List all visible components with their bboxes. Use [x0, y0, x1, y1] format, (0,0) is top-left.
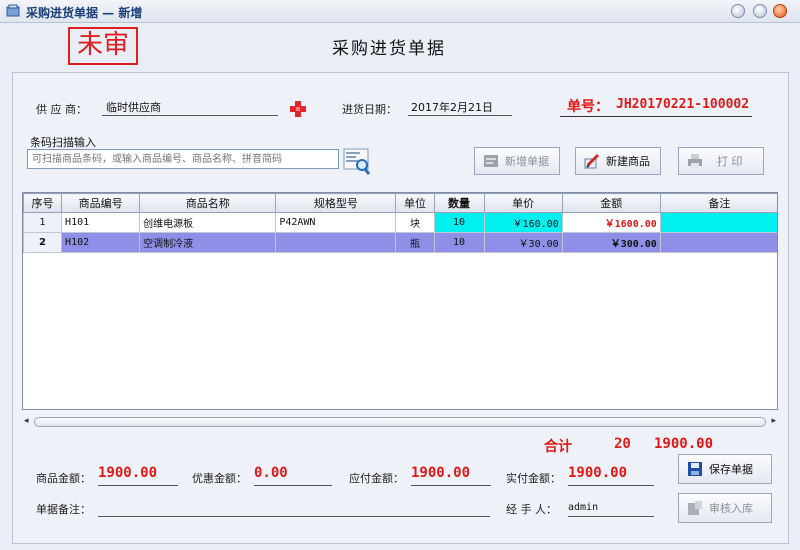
- cell-qty[interactable]: 10: [433, 212, 485, 233]
- supplier-field[interactable]: 临时供应商: [102, 99, 278, 116]
- goods-amount-label: 商品金额：: [36, 472, 91, 485]
- cell-name[interactable]: 空调制冷液: [139, 232, 277, 253]
- print-button[interactable]: 打 印: [678, 147, 764, 175]
- audit-status-stamp: 未审: [68, 27, 138, 65]
- handler-label: 经 手 人：: [506, 503, 557, 516]
- paid-field[interactable]: 1900.00: [568, 465, 654, 486]
- window-titlebar: 采购进货单据 — 新增: [0, 0, 800, 23]
- new-bill-button[interactable]: 新增单据: [474, 147, 560, 175]
- date-field[interactable]: 2017年2月21日: [408, 99, 512, 116]
- new-document-icon: [484, 155, 498, 167]
- horizontal-scrollbar[interactable]: ◂ ▸: [22, 414, 778, 430]
- discount-field[interactable]: 0.00: [254, 465, 332, 486]
- col-header-qty[interactable]: 数量: [433, 193, 485, 213]
- payable-value: 1900.00: [411, 465, 471, 481]
- handler-value: admin: [568, 502, 599, 513]
- cell-unit[interactable]: 块: [395, 212, 435, 233]
- col-header-spec[interactable]: 规格型号: [275, 193, 397, 213]
- scroll-right-icon[interactable]: ▸: [771, 416, 776, 426]
- col-header-unit[interactable]: 单位: [395, 193, 435, 213]
- remark-field[interactable]: [98, 500, 490, 517]
- paid-value: 1900.00: [568, 465, 628, 481]
- cell-name[interactable]: 创维电源板: [139, 212, 277, 233]
- goods-table[interactable]: 序号 商品编号 商品名称 规格型号 单位 数量 单价 金额 备注 1 H101 …: [22, 192, 778, 410]
- cell-spec[interactable]: [275, 232, 397, 253]
- minimize-button[interactable]: [731, 4, 745, 18]
- save-icon: [688, 462, 702, 476]
- total-amount: 1900.00: [654, 436, 714, 452]
- scroll-left-icon[interactable]: ◂: [24, 416, 29, 426]
- save-label: 保存单据: [709, 463, 753, 476]
- table-row[interactable]: 2 H102 空调制冷液 瓶 10 ￥30.00 ￥300.00: [23, 232, 777, 253]
- cell-seq: 1: [23, 212, 63, 233]
- cell-code[interactable]: H102: [61, 232, 141, 253]
- new-bill-label: 新增单据: [505, 155, 549, 168]
- bill-no-field: JH20170221-100002: [560, 97, 752, 117]
- payable-field: 1900.00: [411, 465, 491, 486]
- supplier-label: 供 应 商：: [36, 103, 87, 116]
- remark-label: 单据备注：: [36, 503, 91, 516]
- maximize-button[interactable]: [753, 4, 767, 18]
- bill-no-value: JH20170221-100002: [616, 97, 750, 112]
- app-icon: [6, 4, 20, 17]
- cell-price[interactable]: ￥30.00: [483, 232, 563, 253]
- audit-label: 审核入库: [709, 502, 753, 515]
- cell-unit[interactable]: 瓶: [395, 232, 435, 253]
- cell-note[interactable]: [659, 232, 777, 253]
- col-header-price[interactable]: 单价: [483, 193, 563, 213]
- barcode-scan-input[interactable]: [27, 149, 339, 169]
- table-row[interactable]: 1 H101 创维电源板 P42AWN 块 10 ￥160.00 ￥1600.0…: [23, 212, 777, 233]
- cell-spec[interactable]: P42AWN: [275, 212, 397, 233]
- cell-seq: 2: [23, 232, 63, 253]
- date-value: 2017年2月21日: [411, 101, 493, 114]
- save-button[interactable]: 保存单据: [678, 454, 772, 484]
- col-header-note[interactable]: 备注: [659, 193, 777, 213]
- cell-note[interactable]: [659, 212, 777, 233]
- payable-label: 应付金额：: [349, 472, 404, 485]
- col-header-code[interactable]: 商品编号: [61, 193, 141, 213]
- cell-amount: ￥300.00: [561, 232, 661, 253]
- scrollbar-thumb[interactable]: [34, 417, 766, 427]
- table-header-row: 序号 商品编号 商品名称 规格型号 单位 数量 单价 金额 备注: [23, 193, 777, 213]
- form-title: 采购进货单据: [332, 39, 446, 59]
- cell-code[interactable]: H101: [61, 212, 141, 233]
- new-goods-button[interactable]: 新建商品: [575, 147, 661, 175]
- col-header-name[interactable]: 商品名称: [139, 193, 277, 213]
- total-label: 合计: [544, 439, 572, 455]
- paid-label: 实付金额：: [506, 472, 561, 485]
- discount-label: 优惠金额：: [192, 472, 247, 485]
- barcode-search-icon[interactable]: [343, 148, 371, 176]
- supplier-value: 临时供应商: [106, 101, 161, 114]
- discount-value: 0.00: [254, 465, 288, 481]
- total-qty: 20: [614, 436, 631, 452]
- scan-group-label: 条码扫描输入: [30, 136, 96, 149]
- new-goods-label: 新建商品: [606, 155, 650, 168]
- close-button[interactable]: [773, 4, 787, 18]
- edit-goods-icon: [584, 153, 600, 169]
- col-header-amount[interactable]: 金额: [561, 193, 661, 213]
- audit-icon: [688, 501, 702, 515]
- goods-amount-value: 1900.00: [98, 465, 158, 481]
- date-label: 进货日期：: [342, 103, 397, 116]
- cell-price[interactable]: ￥160.00: [483, 212, 563, 233]
- col-header-seq[interactable]: 序号: [23, 193, 63, 213]
- add-supplier-icon[interactable]: [289, 100, 307, 118]
- goods-amount-field: 1900.00: [98, 465, 178, 486]
- audit-stock-in-button[interactable]: 审核入库: [678, 493, 772, 523]
- printer-icon: [688, 154, 702, 168]
- cell-amount: ￥1600.00: [561, 212, 661, 233]
- cell-qty[interactable]: 10: [433, 232, 485, 253]
- window-title: 采购进货单据 — 新增: [26, 6, 143, 20]
- handler-field[interactable]: admin: [568, 500, 654, 517]
- print-label: 打 印: [717, 155, 743, 168]
